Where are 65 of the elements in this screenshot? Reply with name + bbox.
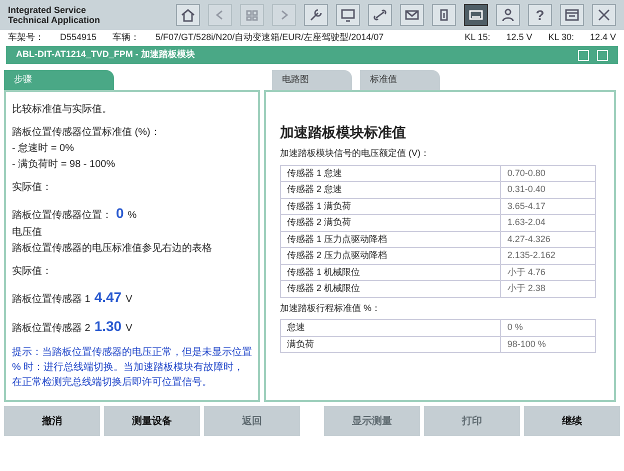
table-cell: 2.135-2.162 bbox=[500, 248, 596, 264]
app-title: Integrated Service Technical Application bbox=[8, 5, 102, 25]
field-value: D554915 bbox=[60, 31, 97, 44]
reading-value: 4.47 bbox=[94, 288, 122, 307]
table-cell: 4.27-4.326 bbox=[500, 231, 596, 248]
table-cell: 1.63-2.04 bbox=[500, 214, 596, 231]
field-label: 车架号： bbox=[8, 31, 44, 44]
module-title: ABL-DIT-AT1214_TVD_FPM - 加速踏板模块 bbox=[16, 48, 195, 62]
table-cell: 传感器 2 怠速 bbox=[280, 182, 501, 198]
table-cell: 小于 2.38 bbox=[500, 280, 596, 297]
table-cell: 怠速 bbox=[280, 320, 501, 336]
table-caption: 加速踏板模块信号的电压额定值 (V)： bbox=[279, 147, 430, 160]
table-cell: 满负荷 bbox=[280, 336, 501, 352]
table-cell: 0 % bbox=[500, 320, 596, 336]
table-cell: 98-100 % bbox=[500, 336, 596, 352]
table-cell: 传感器 1 压力点驱动降档 bbox=[280, 231, 501, 248]
action-button[interactable]: 测量设备 bbox=[104, 406, 200, 436]
table-cell: 传感器 1 怠速 bbox=[280, 165, 501, 182]
voltage-value: 12.5 V bbox=[506, 31, 532, 44]
hint-text: 提示：当踏板位置传感器的电压正常，但是未显示位置 % 时：进行总线端切换。当加速踏板模块有故障时，在正常检测完总线端切换后即许可位置信号。 bbox=[12, 346, 252, 390]
step-text: - 怠速时 = 0% bbox=[12, 142, 75, 156]
window-icon[interactable] bbox=[560, 4, 584, 26]
step-text: 比较标准值与实际值。 bbox=[12, 102, 113, 117]
table-cell: 3.65-4.17 bbox=[500, 198, 596, 214]
reading-value: 0 bbox=[116, 204, 124, 223]
wrench-icon[interactable] bbox=[304, 4, 328, 26]
reading-label: 踏板位置传感器位置： bbox=[12, 208, 112, 223]
table-cell: 小于 4.76 bbox=[500, 264, 596, 280]
step-text: 踏板位置传感器位置标准值 (%)： bbox=[12, 126, 162, 140]
table-cell: 0.31-0.40 bbox=[500, 182, 596, 198]
mail-icon[interactable] bbox=[400, 4, 424, 26]
table-title: 加速踏板模块标准值 bbox=[278, 123, 407, 142]
table-cell: 传感器 2 压力点驱动降档 bbox=[280, 248, 501, 264]
field-label: 车辆： bbox=[112, 31, 140, 44]
person-icon[interactable] bbox=[496, 4, 520, 26]
table-cell: 传感器 1 满负荷 bbox=[280, 198, 501, 214]
action-button[interactable]: 继续 bbox=[524, 406, 620, 436]
table-cell: 传感器 2 满负荷 bbox=[280, 214, 501, 231]
step-text: 实际值： bbox=[12, 264, 53, 279]
unit-label: V bbox=[126, 322, 132, 336]
reading-value: 1.30 bbox=[94, 317, 122, 336]
close-icon[interactable] bbox=[592, 4, 616, 26]
field-value: 5/F07/GT/528i/N20/自动变速箱/EUR/左座驾驶型/2014/07 bbox=[156, 31, 384, 44]
action-button[interactable]: 撤消 bbox=[4, 406, 100, 436]
tab[interactable]: 标准值 bbox=[360, 70, 440, 90]
step-text: 实际值： bbox=[12, 180, 53, 195]
reading-label: 踏板位置传感器 1 bbox=[12, 292, 90, 307]
table-cell: 0.70-0.80 bbox=[500, 165, 596, 182]
table-cell: 传感器 1 机械限位 bbox=[280, 264, 501, 280]
reading-label: 踏板位置传感器 2 bbox=[12, 322, 90, 336]
unit-label: V bbox=[126, 293, 132, 307]
voltage-label: KL 15: bbox=[464, 31, 490, 44]
screen-icon[interactable] bbox=[464, 4, 488, 26]
monitor-icon[interactable] bbox=[336, 4, 360, 26]
step-text: 踏板位置传感器的电压标准值参见右边的表格 bbox=[12, 242, 213, 256]
voltage-label: KL 30: bbox=[548, 31, 574, 44]
step-text: 电压值 bbox=[12, 226, 43, 240]
home-icon[interactable] bbox=[176, 4, 200, 26]
help-button[interactable]: ? bbox=[528, 4, 552, 26]
table-cell: 传感器 2 机械限位 bbox=[280, 280, 501, 297]
table-caption: 加速踏板行程标准值 %： bbox=[279, 302, 382, 314]
voltage-value: 12.4 V bbox=[590, 31, 616, 44]
unit-label: % bbox=[128, 209, 137, 223]
tab[interactable]: 电路图 bbox=[272, 70, 352, 90]
step-text: - 满负荷时 = 98 - 100% bbox=[12, 158, 116, 172]
